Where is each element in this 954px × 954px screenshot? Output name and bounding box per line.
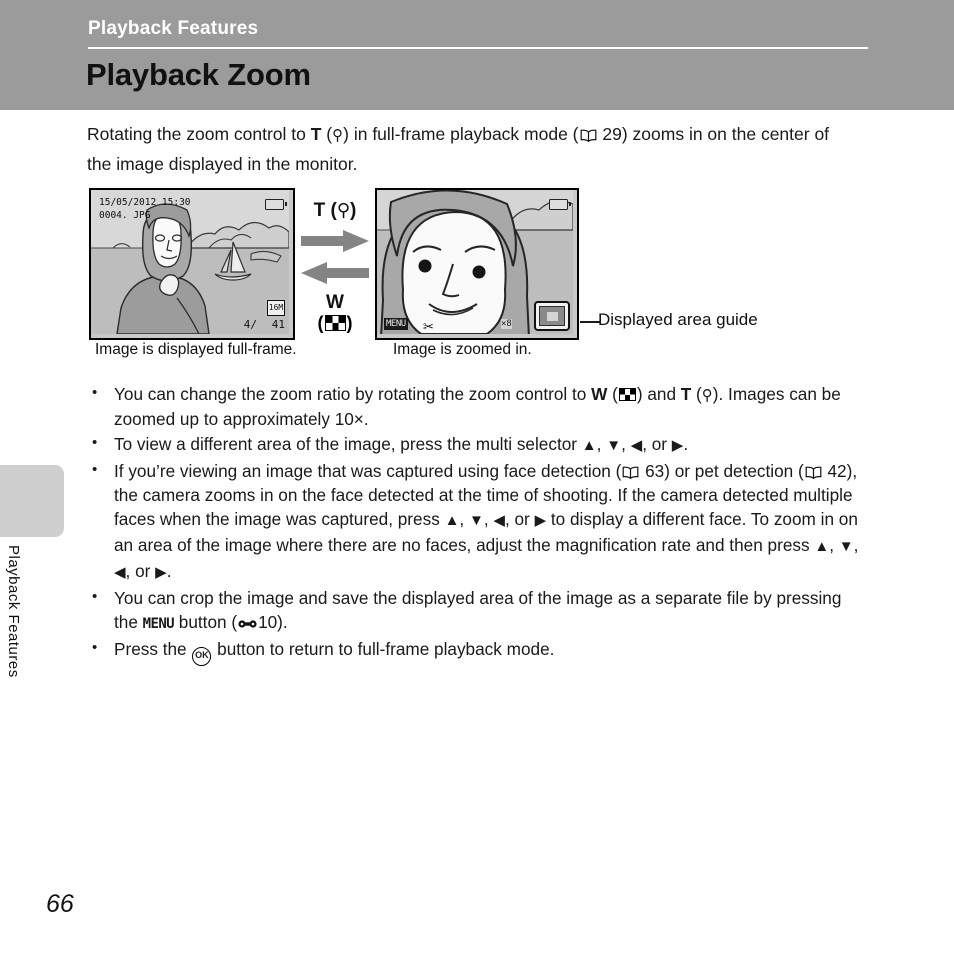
thumbnail-grid-icon bbox=[618, 388, 636, 401]
bullet-text: , bbox=[483, 509, 494, 529]
bullet-text: . bbox=[166, 561, 172, 581]
triangle-left-icon: ◀ bbox=[493, 512, 505, 529]
bullet-text: , or bbox=[504, 509, 535, 529]
side-tab-label: Playback Features bbox=[5, 545, 22, 678]
thumbnail-grid-icon bbox=[324, 314, 346, 331]
bullet-text: , bbox=[829, 535, 839, 555]
battery-icon bbox=[265, 199, 287, 210]
bullet-text: ( bbox=[691, 384, 702, 404]
book-icon bbox=[805, 461, 822, 480]
triangle-left-icon: ◀ bbox=[630, 437, 643, 454]
magnifier-icon: ⚲ bbox=[336, 200, 351, 221]
book-icon bbox=[580, 122, 597, 143]
image-size-badge: 16M bbox=[267, 300, 285, 316]
header-section-title: Playback Features bbox=[88, 18, 259, 39]
intro-paren-open: ( bbox=[321, 124, 333, 144]
bullet-text: ( bbox=[607, 384, 618, 404]
bone-ref-icon bbox=[238, 612, 257, 628]
lcd-full-frame-preview: 15/05/2012 15:30 0004. JPG 16M 4/ 41 bbox=[89, 188, 295, 340]
bullet-crop-image: You can crop the image and save the disp… bbox=[88, 585, 870, 636]
area-guide-core bbox=[546, 311, 558, 321]
intro-paragraph: Rotating the zoom control to T (⚲) in fu… bbox=[87, 120, 849, 179]
triangle-left-icon: ◀ bbox=[114, 564, 126, 581]
area-guide-frame bbox=[539, 306, 565, 326]
triangle-up-icon: ▲ bbox=[444, 512, 460, 529]
bullet-text: You can change the zoom ratio by rotatin… bbox=[114, 384, 592, 404]
zoom-control-t-label: T (⚲) bbox=[299, 200, 371, 222]
bullet-multi-selector: To view a different area of the image, p… bbox=[88, 431, 870, 458]
triangle-down-icon: ▼ bbox=[838, 538, 854, 555]
bullet-text: ) and bbox=[636, 384, 681, 404]
caption-full-frame: Image is displayed full-frame. bbox=[95, 341, 297, 358]
book-icon bbox=[622, 461, 639, 480]
bullet-text: button to return to full-frame playback … bbox=[212, 639, 555, 659]
intro-paren-close: ) in full-frame playback mode ( bbox=[343, 124, 579, 144]
playback-zoom-figure: 15/05/2012 15:30 0004. JPG 16M 4/ 41 T (… bbox=[87, 188, 877, 363]
bullet-text: , bbox=[853, 535, 859, 555]
lcd-date-stamp: 15/05/2012 15:30 bbox=[99, 197, 191, 208]
bullet-text: To view a different area of the image, p… bbox=[114, 434, 582, 454]
bullet-text: Press the bbox=[114, 639, 192, 659]
arrow-right-row bbox=[299, 228, 371, 254]
bullet-zoom-ratio: You can change the zoom ratio by rotatin… bbox=[88, 381, 870, 431]
header-divider bbox=[88, 47, 868, 49]
page-title: Playback Zoom bbox=[86, 57, 311, 92]
arrow-right-icon bbox=[301, 229, 369, 252]
arrow-left-icon bbox=[301, 261, 369, 284]
lcd-frame-index: 4/ bbox=[243, 318, 257, 331]
triangle-right-icon: ▶ bbox=[671, 437, 684, 454]
bullet-return-full-frame: Press the OK button to return to full-fr… bbox=[88, 636, 870, 666]
lcd-filename: 0004. JPG bbox=[99, 210, 151, 221]
w-paren-close: ) bbox=[346, 312, 353, 333]
zoom-control-w-label: W bbox=[591, 384, 608, 404]
magnifier-icon: ⚲ bbox=[701, 386, 713, 404]
bullet-text: , bbox=[596, 434, 607, 454]
battery-icon bbox=[549, 199, 571, 210]
zoom-factor-indicator: ×8 bbox=[501, 319, 512, 329]
zoom-control-t-label: T bbox=[680, 384, 692, 404]
bullet-text: If you’re viewing an image that was capt… bbox=[114, 461, 622, 481]
zoom-control-diagram: T (⚲) W () bbox=[299, 192, 371, 336]
intro-ref-page: 29 bbox=[602, 124, 622, 144]
zoom-control-w-icon-row: () bbox=[299, 312, 371, 334]
displayed-area-guide-icon bbox=[534, 301, 570, 331]
triangle-up-icon: ▲ bbox=[581, 437, 597, 454]
triangle-down-icon: ▼ bbox=[606, 437, 622, 454]
triangle-up-icon: ▲ bbox=[814, 538, 830, 555]
bullet-text: , or bbox=[642, 434, 672, 454]
bullet-text: 10). bbox=[258, 612, 288, 632]
bullet-text: button ( bbox=[174, 612, 238, 632]
lcd-zoomed-preview: MENU ✂ ×8 bbox=[375, 188, 579, 340]
page-number: 66 bbox=[46, 890, 74, 918]
t-text: T bbox=[313, 200, 326, 221]
side-tab-marker bbox=[0, 465, 64, 537]
bullet-text: . bbox=[683, 434, 689, 454]
page-header-band bbox=[0, 0, 954, 110]
caption-zoomed: Image is zoomed in. bbox=[393, 341, 532, 358]
zoom-control-w-label: W bbox=[326, 291, 344, 313]
intro-text-part1: Rotating the zoom control to bbox=[87, 124, 311, 144]
w-paren-open: ( bbox=[317, 312, 324, 333]
feature-bullet-list: You can change the zoom ratio by rotatin… bbox=[88, 381, 870, 667]
callout-label: Displayed area guide bbox=[598, 310, 758, 329]
bullet-face-detection: If you’re viewing an image that was capt… bbox=[88, 458, 870, 585]
scissors-icon: ✂ bbox=[423, 319, 434, 334]
intro-t-label: T bbox=[310, 124, 322, 144]
magnifier-icon: ⚲ bbox=[332, 126, 344, 144]
bullet-text: 63) or pet detection ( bbox=[640, 461, 804, 481]
t-paren-close: ) bbox=[350, 200, 357, 221]
bullet-text: , or bbox=[125, 561, 156, 581]
menu-button-label: MENU bbox=[142, 616, 175, 632]
callout-leader-line bbox=[580, 321, 600, 323]
arrow-left-row bbox=[299, 260, 371, 286]
ok-button-icon: OK bbox=[192, 647, 212, 666]
bullet-text: , bbox=[621, 434, 631, 454]
triangle-right-icon: ▶ bbox=[155, 564, 167, 581]
triangle-down-icon: ▼ bbox=[468, 512, 484, 529]
bullet-text: , bbox=[459, 509, 469, 529]
triangle-right-icon: ▶ bbox=[534, 512, 547, 529]
menu-badge: MENU bbox=[384, 318, 408, 330]
lcd-frame-total: 41 bbox=[271, 318, 285, 331]
